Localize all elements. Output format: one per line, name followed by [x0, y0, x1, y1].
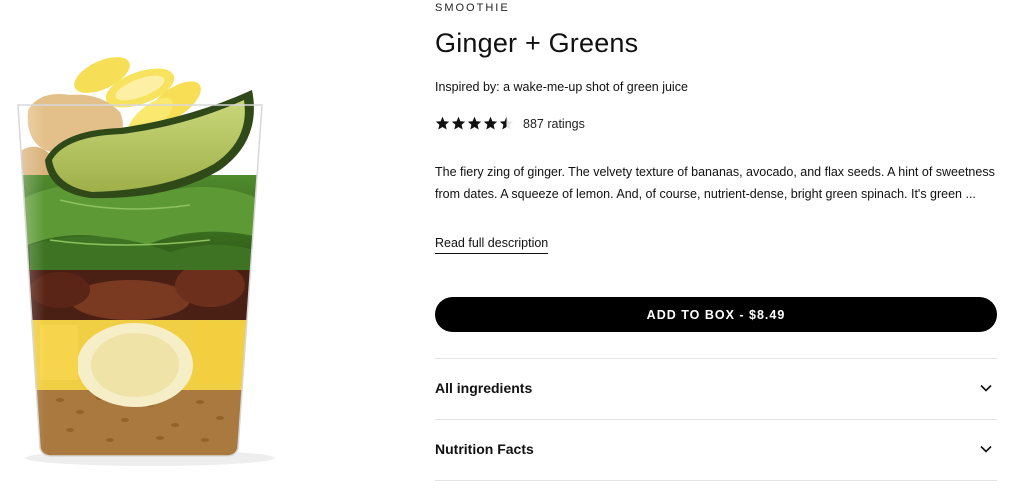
star-rating	[435, 116, 514, 131]
accordion-label: Nutrition Facts	[435, 441, 534, 457]
star-icon	[483, 116, 498, 130]
star-icon	[467, 116, 482, 130]
star-icon	[499, 116, 514, 130]
rating-summary[interactable]: 887 ratings	[435, 116, 585, 131]
product-image	[17, 57, 275, 466]
product-description: The fiery zing of ginger. The velvety te…	[435, 165, 995, 201]
product-category: SMOOTHIE	[435, 2, 510, 14]
add-to-box-button[interactable]: ADD TO BOX - $8.49	[435, 297, 997, 332]
chevron-down-icon	[980, 445, 992, 453]
rating-count: 887 ratings	[523, 116, 585, 131]
star-icon	[435, 116, 450, 130]
accordion-nutrition-facts[interactable]: Nutrition Facts	[435, 419, 997, 479]
divider	[435, 480, 997, 481]
product-title: Ginger + Greens	[435, 28, 639, 58]
star-icon	[451, 116, 466, 130]
product-inspiration: Inspired by: a wake-me-up shot of green …	[435, 80, 688, 94]
accordion-label: All ingredients	[435, 380, 533, 396]
accordion-all-ingredients[interactable]: All ingredients	[435, 358, 997, 418]
chevron-down-icon	[980, 384, 992, 392]
read-full-description-link[interactable]: Read full description	[435, 236, 549, 254]
